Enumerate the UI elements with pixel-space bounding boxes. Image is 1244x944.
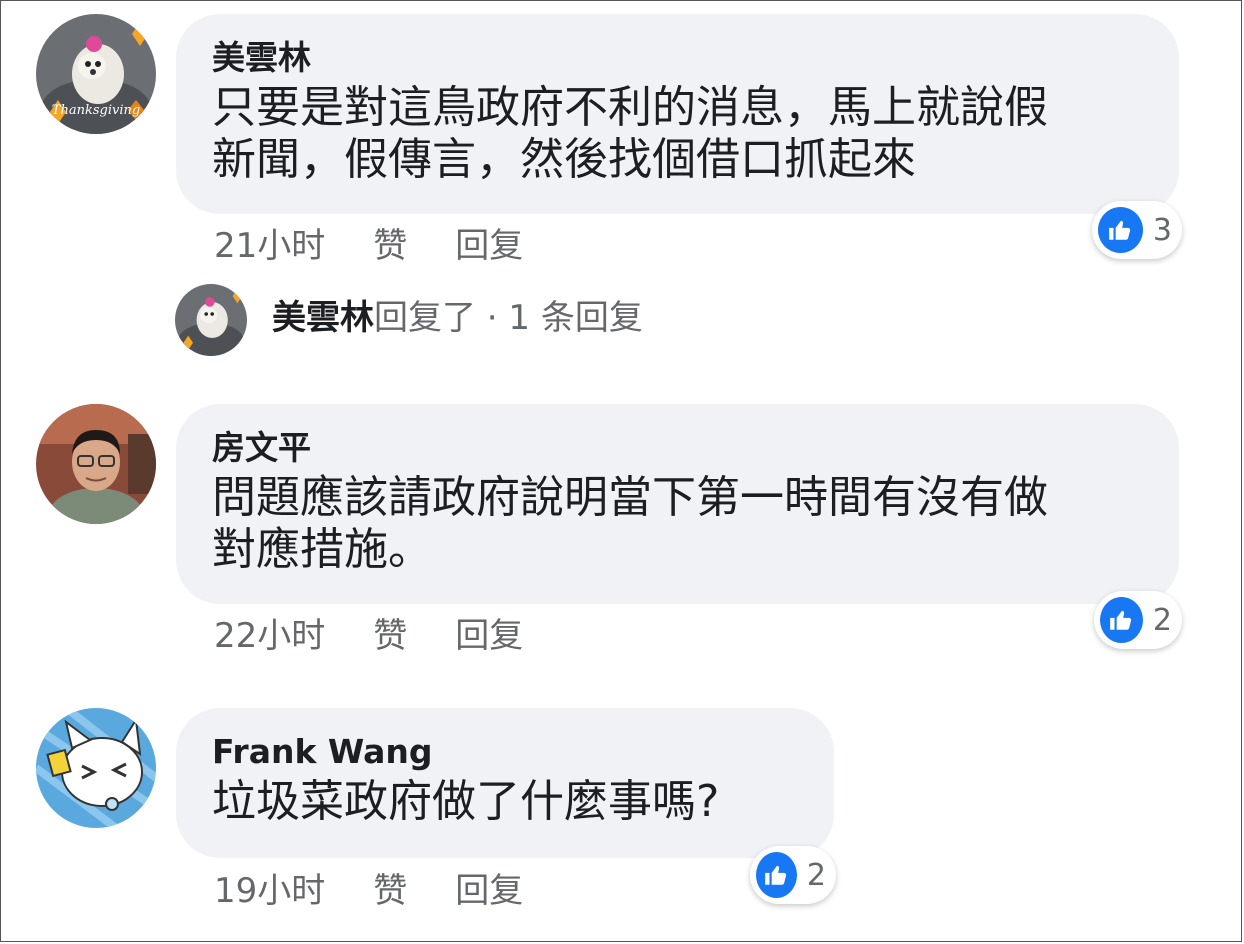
avatar[interactable] bbox=[36, 708, 156, 828]
comment-time[interactable]: 22小时 bbox=[214, 616, 325, 656]
like-button[interactable]: 赞 bbox=[373, 871, 407, 911]
comment-author[interactable]: Frank Wang bbox=[212, 730, 798, 774]
reply-summary-text: 回复了 · 1 条回复 bbox=[374, 298, 643, 338]
reply-author: 美雲林 bbox=[272, 298, 374, 338]
comment-actions: 19小时 赞 回复 bbox=[214, 871, 571, 911]
comment-text: 垃圾菜政府做了什麼事嗎? bbox=[212, 776, 720, 827]
reply-button[interactable]: 回复 bbox=[455, 616, 523, 656]
like-count: 2 bbox=[806, 857, 826, 893]
avatar-man-photo bbox=[36, 404, 156, 524]
like-count: 2 bbox=[1152, 602, 1172, 638]
comment-bubble: Frank Wang 垃圾菜政府做了什麼事嗎? bbox=[176, 708, 834, 858]
reply-avatar[interactable] bbox=[175, 284, 247, 356]
comment-author[interactable]: 美雲林 bbox=[212, 36, 1143, 80]
comment-time[interactable]: 19小时 bbox=[214, 871, 325, 911]
comment-author[interactable]: 房文平 bbox=[212, 426, 1143, 470]
reaction-count-badge[interactable]: 3 bbox=[1092, 201, 1182, 259]
comment-text: 只要是對這鳥政府不利的消息，馬上就說假 新聞，假傳言，然後找個借口抓起來 bbox=[212, 82, 1048, 185]
like-button[interactable]: 赞 bbox=[373, 226, 407, 266]
comment-actions: 21小时 赞 回复 bbox=[214, 226, 571, 266]
svg-text:Thanksgiving: Thanksgiving bbox=[52, 103, 140, 118]
avatar[interactable]: Thanksgiving bbox=[36, 14, 156, 134]
avatar-dog-photo bbox=[175, 284, 247, 356]
thumbs-up-icon bbox=[756, 852, 797, 898]
comment-time[interactable]: 21小时 bbox=[214, 226, 325, 266]
thumbs-up-icon bbox=[1100, 597, 1143, 643]
thumbs-up-icon bbox=[1098, 207, 1143, 253]
comment-bubble: 房文平 問題應該請政府說明當下第一時間有沒有做 對應措施。 bbox=[176, 404, 1179, 604]
like-button[interactable]: 赞 bbox=[373, 616, 407, 656]
comment-actions: 22小时 赞 回复 bbox=[214, 616, 571, 656]
comment-text: 問題應該請政府說明當下第一時間有沒有做 對應措施。 bbox=[212, 472, 1048, 575]
reaction-count-badge[interactable]: 2 bbox=[1094, 591, 1182, 649]
view-replies-link[interactable]: 美雲林回复了 · 1 条回复 bbox=[272, 296, 643, 340]
avatar-dog-photo: Thanksgiving bbox=[36, 14, 156, 134]
reply-button[interactable]: 回复 bbox=[455, 226, 523, 266]
reply-button[interactable]: 回复 bbox=[455, 871, 523, 911]
avatar-cartoon-cat bbox=[36, 708, 156, 828]
reaction-count-badge[interactable]: 2 bbox=[750, 846, 836, 904]
comment-bubble: 美雲林 只要是對這鳥政府不利的消息，馬上就說假 新聞，假傳言，然後找個借口抓起來 bbox=[176, 14, 1179, 214]
avatar[interactable] bbox=[36, 404, 156, 524]
like-count: 3 bbox=[1152, 212, 1172, 248]
